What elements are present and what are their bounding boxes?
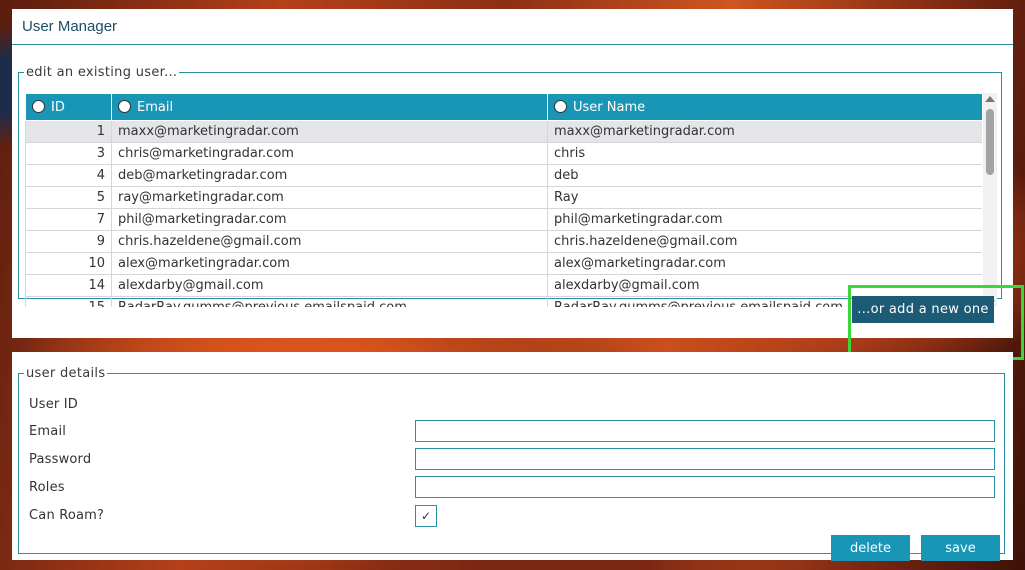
- cell-id: 10: [25, 252, 112, 275]
- sort-radio-icon[interactable]: [554, 99, 567, 113]
- column-header-email[interactable]: Email: [111, 93, 548, 121]
- column-header-id[interactable]: ID: [25, 93, 112, 121]
- email-label: Email: [29, 424, 67, 439]
- roles-label: Roles: [29, 480, 65, 495]
- scroll-up-arrow-icon[interactable]: [985, 96, 995, 102]
- can-roam-checkbox[interactable]: ✓: [415, 505, 437, 527]
- cell-id: 9: [25, 230, 112, 253]
- check-mark-icon: ✓: [420, 509, 432, 523]
- save-button[interactable]: save: [921, 535, 1000, 561]
- sort-radio-icon[interactable]: [32, 99, 45, 113]
- user-details-panel: user details User ID Email Password Role…: [12, 352, 1013, 561]
- email-field[interactable]: [415, 420, 995, 442]
- cell-username: phil@marketingradar.com: [547, 208, 982, 231]
- cell-id: 3: [25, 142, 112, 165]
- table-row[interactable]: 14 alexdarby@gmail.com alexdarby@gmail.c…: [25, 274, 982, 297]
- password-label: Password: [29, 452, 92, 467]
- cell-id: 15: [25, 296, 112, 307]
- cell-username: chris: [547, 142, 982, 165]
- cell-username: alex@marketingradar.com: [547, 252, 982, 275]
- table-row[interactable]: 9 chris.hazeldene@gmail.com chris.hazeld…: [25, 230, 982, 253]
- cell-id: 7: [25, 208, 112, 231]
- cell-email: phil@marketingradar.com: [111, 208, 548, 231]
- can-roam-label: Can Roam?: [29, 508, 105, 523]
- cell-id: 4: [25, 164, 112, 187]
- scroll-thumb[interactable]: [986, 109, 994, 175]
- table-row[interactable]: 10 alex@marketingradar.com alex@marketin…: [25, 252, 982, 275]
- cell-email: chris@marketingradar.com: [111, 142, 548, 165]
- user-details-section: user details User ID Email Password Role…: [18, 366, 1005, 561]
- cell-email: chris.hazeldene@gmail.com: [111, 230, 548, 253]
- table-row[interactable]: 5 ray@marketingradar.com Ray: [25, 186, 982, 209]
- table-scrollbar[interactable]: [983, 93, 997, 307]
- column-header-username[interactable]: User Name: [547, 93, 982, 121]
- sort-radio-icon[interactable]: [118, 99, 131, 113]
- cell-email: deb@marketingradar.com: [111, 164, 548, 187]
- cell-id: 1: [25, 120, 112, 143]
- cell-username: deb: [547, 164, 982, 187]
- details-section-legend: user details: [26, 366, 106, 381]
- users-table: ID Email User Name 1 maxx@marketingradar…: [25, 93, 982, 307]
- cell-id: 14: [25, 274, 112, 297]
- users-table-container: ID Email User Name 1 maxx@marketingradar…: [25, 93, 982, 307]
- cell-username: maxx@marketingradar.com: [547, 120, 982, 143]
- table-row[interactable]: 1 maxx@marketingradar.com maxx@marketing…: [25, 120, 982, 143]
- table-row[interactable]: 3 chris@marketingradar.com chris: [25, 142, 982, 165]
- cell-username: Ray: [547, 186, 982, 209]
- password-field[interactable]: [415, 448, 995, 470]
- table-header-row: ID Email User Name: [25, 93, 982, 121]
- cell-email: alexdarby@gmail.com: [111, 274, 548, 297]
- cell-email: RadarRay.gumms@previous.emailspaid.com: [111, 296, 548, 307]
- cell-username: chris.hazeldene@gmail.com: [547, 230, 982, 253]
- cell-email: ray@marketingradar.com: [111, 186, 548, 209]
- page-title: User Manager: [22, 18, 118, 35]
- user-id-label: User ID: [29, 397, 79, 412]
- edit-existing-user-section: edit an existing user... ID Email User N…: [18, 65, 1002, 307]
- cell-email: maxx@marketingradar.com: [111, 120, 548, 143]
- table-row[interactable]: 7 phil@marketingradar.com phil@marketing…: [25, 208, 982, 231]
- delete-button[interactable]: delete: [831, 535, 910, 561]
- table-row[interactable]: 4 deb@marketingradar.com deb: [25, 164, 982, 187]
- highlight-box: [848, 285, 1024, 360]
- cell-email: alex@marketingradar.com: [111, 252, 548, 275]
- roles-field[interactable]: [415, 476, 995, 498]
- cell-id: 5: [25, 186, 112, 209]
- edit-section-legend: edit an existing user...: [26, 65, 178, 80]
- table-row[interactable]: 15 RadarRay.gumms@previous.emailspaid.co…: [25, 296, 982, 307]
- title-bar: User Manager: [12, 9, 1013, 45]
